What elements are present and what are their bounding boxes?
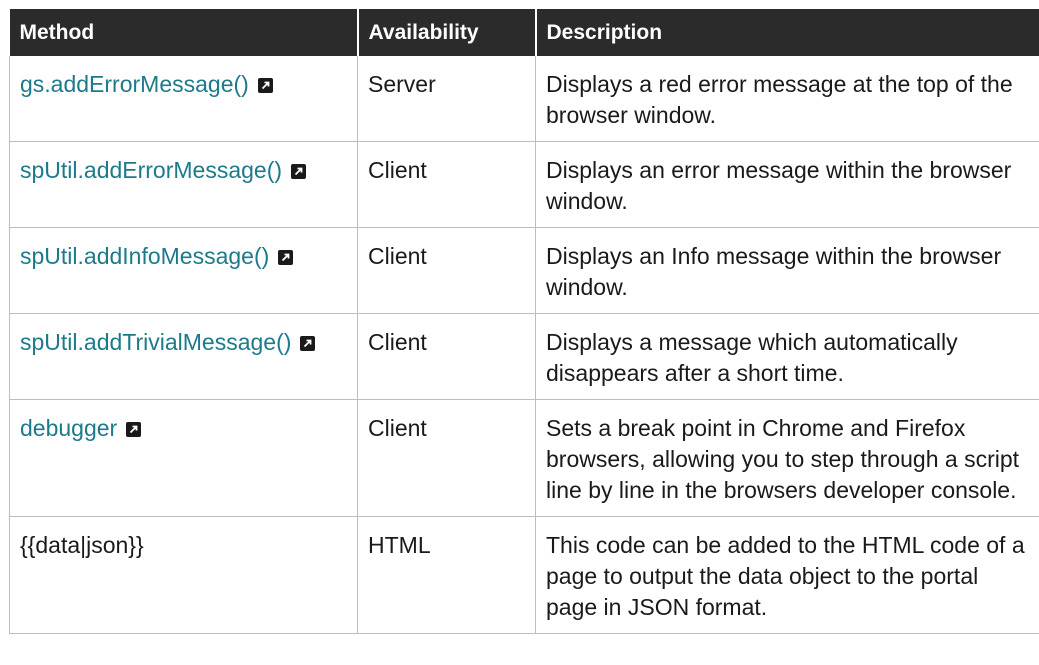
- method-cell: spUtil.addInfoMessage(): [9, 227, 358, 314]
- header-description: Description: [535, 9, 1039, 56]
- method-cell: spUtil.addErrorMessage(): [9, 141, 358, 228]
- availability-cell: Client: [357, 399, 536, 517]
- table-row: gs.addErrorMessage() Server Displays a r…: [9, 56, 1039, 142]
- external-link-icon[interactable]: [126, 422, 142, 437]
- availability-cell: Server: [357, 56, 536, 142]
- description-cell: Displays an error message within the bro…: [535, 141, 1039, 228]
- description-cell: This code can be added to the HTML code …: [535, 516, 1039, 634]
- method-link[interactable]: debugger: [20, 415, 117, 441]
- external-link-icon[interactable]: [257, 78, 273, 93]
- method-code-text: {{data|json}}: [20, 532, 144, 558]
- method-cell: {{data|json}}: [9, 516, 358, 634]
- table-row: spUtil.addTrivialMessage() Client Displa…: [9, 313, 1039, 400]
- method-link[interactable]: gs.addErrorMessage(): [20, 71, 249, 97]
- table-row: spUtil.addInfoMessage() Client Displays …: [9, 227, 1039, 314]
- availability-cell: Client: [357, 141, 536, 228]
- table-header-row: Method Availability Description: [9, 9, 1039, 56]
- external-link-icon[interactable]: [300, 336, 316, 351]
- availability-cell: Client: [357, 313, 536, 400]
- methods-table: Method Availability Description gs.addEr…: [9, 9, 1039, 634]
- method-link[interactable]: spUtil.addErrorMessage(): [20, 157, 282, 183]
- description-cell: Displays an Info message within the brow…: [535, 227, 1039, 314]
- method-cell: debugger: [9, 399, 358, 517]
- availability-cell: HTML: [357, 516, 536, 634]
- external-link-icon[interactable]: [278, 250, 294, 265]
- table-row: spUtil.addErrorMessage() Client Displays…: [9, 141, 1039, 228]
- description-cell: Sets a break point in Chrome and Firefox…: [535, 399, 1039, 517]
- methods-table-container: Method Availability Description gs.addEr…: [9, 9, 1039, 634]
- availability-cell: Client: [357, 227, 536, 314]
- description-cell: Displays a message which automatically d…: [535, 313, 1039, 400]
- method-link[interactable]: spUtil.addInfoMessage(): [20, 243, 269, 269]
- description-cell: Displays a red error message at the top …: [535, 56, 1039, 142]
- method-link[interactable]: spUtil.addTrivialMessage(): [20, 329, 291, 355]
- table-row: debugger Client Sets a break point in Ch…: [9, 399, 1039, 517]
- header-availability: Availability: [357, 9, 537, 56]
- method-cell: gs.addErrorMessage(): [9, 56, 358, 142]
- header-method: Method: [9, 9, 359, 56]
- external-link-icon[interactable]: [291, 164, 307, 179]
- table-row: {{data|json}} HTML This code can be adde…: [9, 516, 1039, 634]
- method-cell: spUtil.addTrivialMessage(): [9, 313, 358, 400]
